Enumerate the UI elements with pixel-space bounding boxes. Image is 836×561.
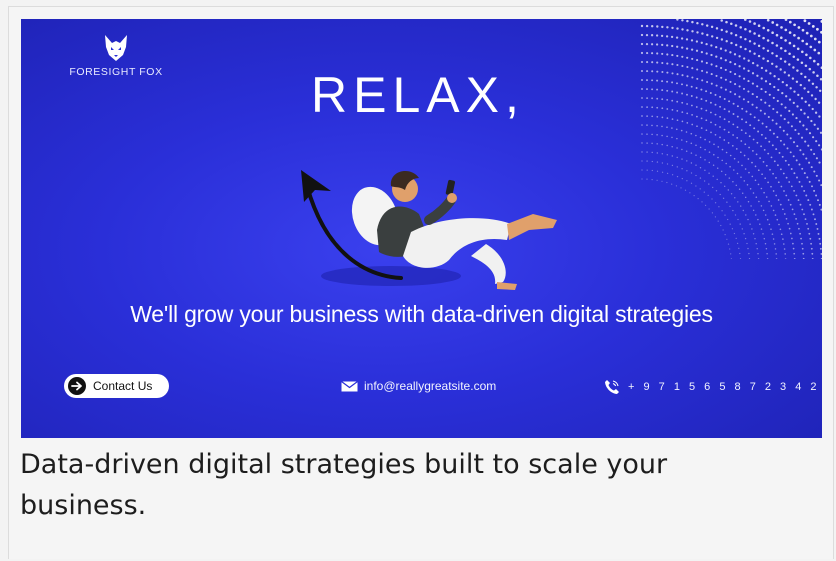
phone-number: + 9 7 1 5 6 5 8 7 2 3 4 2	[628, 381, 820, 393]
fox-logo-icon	[105, 35, 127, 61]
email-contact[interactable]: info@reallygreatsite.com	[341, 379, 496, 393]
brand-logo[interactable]: FORESIGHT FOX	[61, 34, 171, 78]
contact-us-button[interactable]: Contact Us	[64, 374, 169, 398]
contact-us-label: Contact Us	[93, 379, 153, 393]
phone-icon	[605, 380, 619, 394]
tagline: We'll grow your business with data-drive…	[130, 301, 713, 327]
headline: RELAX,	[311, 67, 525, 123]
phone-contact[interactable]: + 9 7 1 5 6 5 8 7 2 3 4 2	[604, 379, 820, 395]
email-address: info@reallygreatsite.com	[364, 379, 497, 393]
dot-pattern	[640, 19, 822, 259]
post-caption: Data-driven digital strategies built to …	[20, 449, 668, 521]
envelope-icon	[341, 380, 358, 391]
logo-text: FORESIGHT FOX	[69, 66, 163, 78]
arrow-right-icon	[68, 377, 86, 395]
promo-banner: FORESIGHT FOX RELAX, We'll grow your bus…	[21, 19, 822, 438]
relaxing-person-illustration	[301, 170, 557, 290]
